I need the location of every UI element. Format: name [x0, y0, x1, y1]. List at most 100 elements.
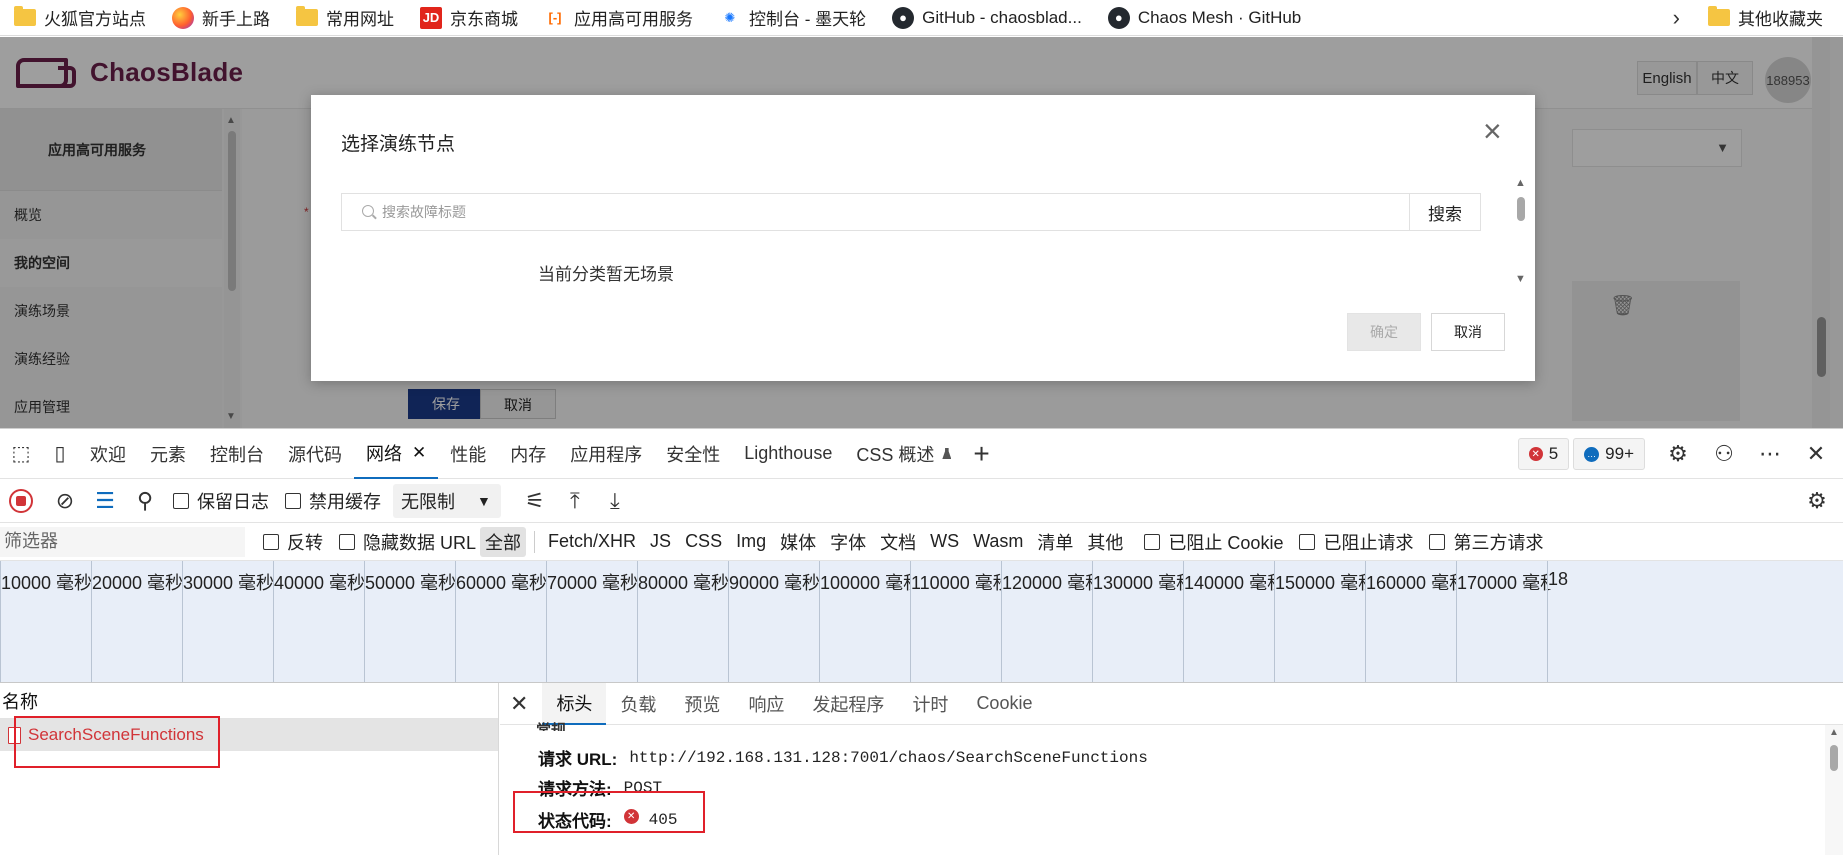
gear-icon[interactable]: ⚙: [1655, 441, 1701, 467]
filter-type-ws[interactable]: WS: [925, 529, 964, 554]
third-party-checkbox[interactable]: 第三方请求: [1429, 529, 1543, 555]
preserve-log-checkbox[interactable]: 保留日志: [173, 488, 269, 514]
tab-response[interactable]: 响应: [734, 683, 798, 725]
network-timeline-overview[interactable]: 10000 毫秒 20000 毫秒 30000 毫秒 40000 毫秒 50000 毫秒…: [0, 561, 1843, 683]
experiment-icon: [942, 448, 952, 459]
dialog-scrollbar[interactable]: ▲ ▼: [1513, 177, 1529, 285]
disable-cache-checkbox[interactable]: 禁用缓存: [285, 488, 381, 514]
modal-overlay[interactable]: 选择演练节点 × 搜索 当前分类暂无场景 ▲ ▼ 确定 取消: [0, 37, 1843, 428]
bookmark-item[interactable]: 火狐官方站点: [0, 0, 158, 36]
github-icon: ●: [892, 6, 915, 29]
tab-performance[interactable]: 性能: [438, 429, 498, 479]
column-header-name[interactable]: 名称: [0, 683, 498, 719]
search-box[interactable]: [341, 193, 1411, 231]
bookmark-item[interactable]: JD 京东商城: [406, 0, 530, 36]
confirm-button[interactable]: 确定: [1347, 313, 1421, 351]
cancel-button[interactable]: 取消: [1431, 313, 1505, 351]
tab-payload[interactable]: 负载: [606, 683, 670, 725]
add-tab-icon[interactable]: +: [973, 438, 989, 470]
tab-security[interactable]: 安全性: [654, 429, 732, 479]
network-conditions-icon[interactable]: ⚟: [515, 488, 555, 514]
tab-network[interactable]: 网络 ✕: [354, 429, 439, 479]
import-har-icon[interactable]: ⤒: [555, 488, 595, 514]
clear-icon[interactable]: ⊘: [45, 488, 85, 514]
filter-type-manifest[interactable]: 清单: [1032, 527, 1078, 557]
checkbox-box[interactable]: [1299, 533, 1316, 550]
network-filter-bar: 反转 隐藏数据 URL 全部 Fetch/XHR JS CSS Img 媒体 字…: [0, 523, 1843, 561]
bookmark-item[interactable]: 新手上路: [158, 0, 282, 36]
blocked-cookies-checkbox[interactable]: 已阻止 Cookie: [1144, 529, 1283, 555]
section-general[interactable]: 常规: [536, 719, 566, 731]
filter-type-fetch-xhr[interactable]: Fetch/XHR: [543, 529, 641, 554]
search-input[interactable]: [382, 201, 1282, 223]
error-count-badge[interactable]: ✕ 5: [1517, 438, 1570, 470]
search-icon: [362, 205, 374, 217]
filter-type-other[interactable]: 其他: [1082, 527, 1128, 557]
bookmark-item[interactable]: [-] 应用高可用服务: [530, 0, 705, 36]
filter-type-media[interactable]: 媒体: [775, 527, 821, 557]
close-icon[interactable]: ×: [1483, 113, 1502, 150]
more-options-icon[interactable]: ⋯: [1747, 441, 1793, 467]
filter-type-css[interactable]: CSS: [680, 529, 727, 554]
select-node-dialog: 选择演练节点 × 搜索 当前分类暂无场景 ▲ ▼ 确定 取消: [311, 95, 1535, 381]
scroll-up-icon[interactable]: ▲: [1515, 177, 1526, 189]
tab-preview[interactable]: 预览: [670, 683, 734, 725]
tab-welcome[interactable]: 欢迎: [78, 429, 138, 479]
filter-type-js[interactable]: JS: [645, 529, 676, 554]
checkbox-box[interactable]: [339, 533, 355, 550]
hide-data-urls-checkbox[interactable]: 隐藏数据 URL: [339, 529, 476, 555]
record-stop-icon[interactable]: [9, 488, 33, 513]
tab-memory[interactable]: 内存: [498, 429, 558, 479]
scrollbar-thumb[interactable]: [1830, 745, 1838, 771]
invert-checkbox[interactable]: 反转: [263, 529, 323, 555]
checkbox-box[interactable]: [173, 492, 189, 509]
blocked-requests-checkbox[interactable]: 已阻止请求: [1299, 529, 1413, 555]
scroll-up-icon[interactable]: ▲: [1829, 727, 1839, 738]
bookmark-item[interactable]: ● GitHub - chaosblad...: [878, 0, 1094, 36]
chevron-right-icon[interactable]: ›: [1673, 5, 1680, 31]
filter-type-img[interactable]: Img: [731, 529, 771, 554]
message-count-badge[interactable]: … 99+: [1573, 438, 1645, 470]
bookmark-item[interactable]: 常用网址: [282, 0, 406, 36]
export-har-icon[interactable]: ⤓: [595, 488, 635, 514]
search-icon[interactable]: ⚲: [125, 488, 165, 514]
close-icon[interactable]: ✕: [1793, 441, 1839, 467]
checkbox-box[interactable]: [263, 533, 279, 550]
filter-type-wasm[interactable]: Wasm: [968, 529, 1028, 554]
tab-elements[interactable]: 元素: [138, 429, 198, 479]
tab-timing[interactable]: 计时: [898, 683, 962, 725]
filter-icon[interactable]: ☰: [85, 488, 125, 514]
filter-type-doc[interactable]: 文档: [875, 527, 921, 557]
detail-scrollbar[interactable]: ▲: [1825, 725, 1843, 855]
checkbox-label: 第三方请求: [1453, 532, 1544, 553]
other-bookmarks[interactable]: 其他收藏夹: [1694, 0, 1843, 36]
checkbox-box[interactable]: [1429, 533, 1446, 550]
tab-cookies[interactable]: Cookie: [962, 683, 1046, 725]
filter-input[interactable]: [0, 526, 245, 557]
timeline-tick: 50000 毫秒: [364, 561, 461, 682]
throttling-select[interactable]: 无限制 ▼: [393, 483, 501, 518]
tab-application[interactable]: 应用程序: [558, 429, 654, 479]
filter-type-all[interactable]: 全部: [480, 526, 527, 557]
tab-console[interactable]: 控制台: [198, 429, 276, 479]
network-settings-icon[interactable]: ⚙: [1797, 488, 1837, 514]
scrollbar-thumb[interactable]: [1517, 197, 1525, 221]
tab-lighthouse[interactable]: Lighthouse: [732, 429, 844, 479]
inspect-element-icon[interactable]: ⬚: [0, 441, 42, 466]
search-button[interactable]: 搜索: [1409, 193, 1481, 231]
message-count: 99+: [1605, 444, 1634, 463]
close-tab-icon[interactable]: ✕: [412, 443, 426, 463]
close-icon[interactable]: ✕: [510, 691, 528, 717]
filter-type-font[interactable]: 字体: [825, 527, 871, 557]
scroll-down-icon[interactable]: ▼: [1515, 273, 1526, 285]
checkbox-box[interactable]: [1144, 533, 1161, 550]
tab-css-overview[interactable]: CSS 概述: [844, 429, 963, 479]
checkbox-box[interactable]: [285, 492, 301, 509]
tab-initiator[interactable]: 发起程序: [798, 683, 898, 725]
bookmark-item[interactable]: ● Chaos Mesh · GitHub: [1094, 0, 1313, 36]
device-emulation-icon[interactable]: ▯: [42, 441, 78, 466]
network-toolbar: ⊘ ☰ ⚲ 保留日志 禁用缓存 无限制 ▼ ⚟ ⤒ ⤓ ⚙: [0, 479, 1843, 523]
bookmark-item[interactable]: ✺ 控制台 - 墨天轮: [705, 0, 878, 36]
tab-sources[interactable]: 源代码: [276, 429, 354, 479]
feedback-icon[interactable]: ⚇: [1701, 441, 1747, 467]
